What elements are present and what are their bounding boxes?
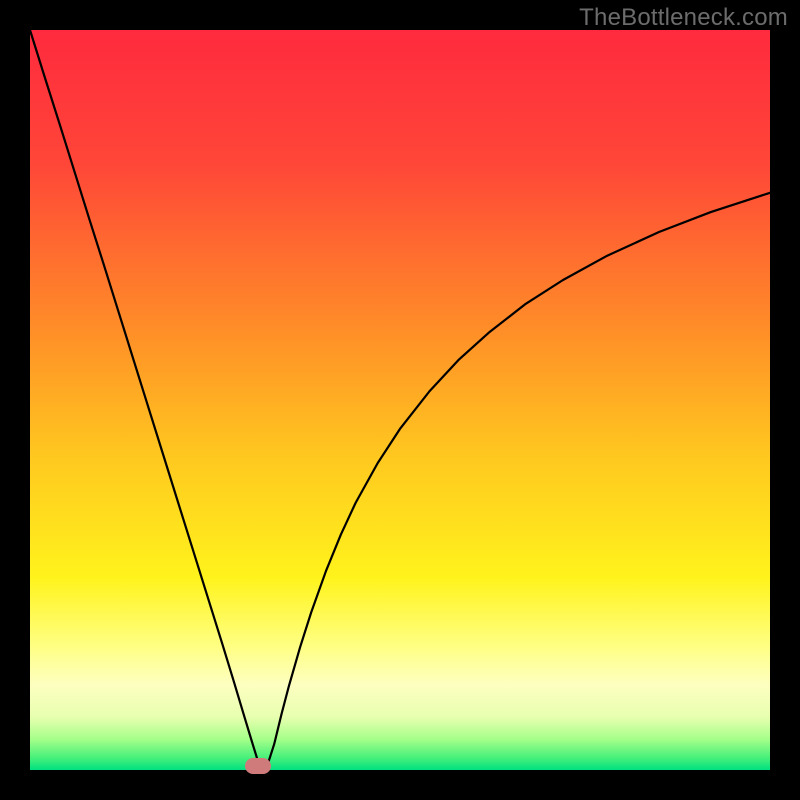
chart-plot-area bbox=[30, 30, 770, 770]
chart-frame: TheBottleneck.com bbox=[0, 0, 800, 800]
chart-background bbox=[30, 30, 770, 770]
chart-svg bbox=[30, 30, 770, 770]
watermark-text: TheBottleneck.com bbox=[579, 4, 788, 32]
optimal-point-marker bbox=[245, 758, 271, 774]
